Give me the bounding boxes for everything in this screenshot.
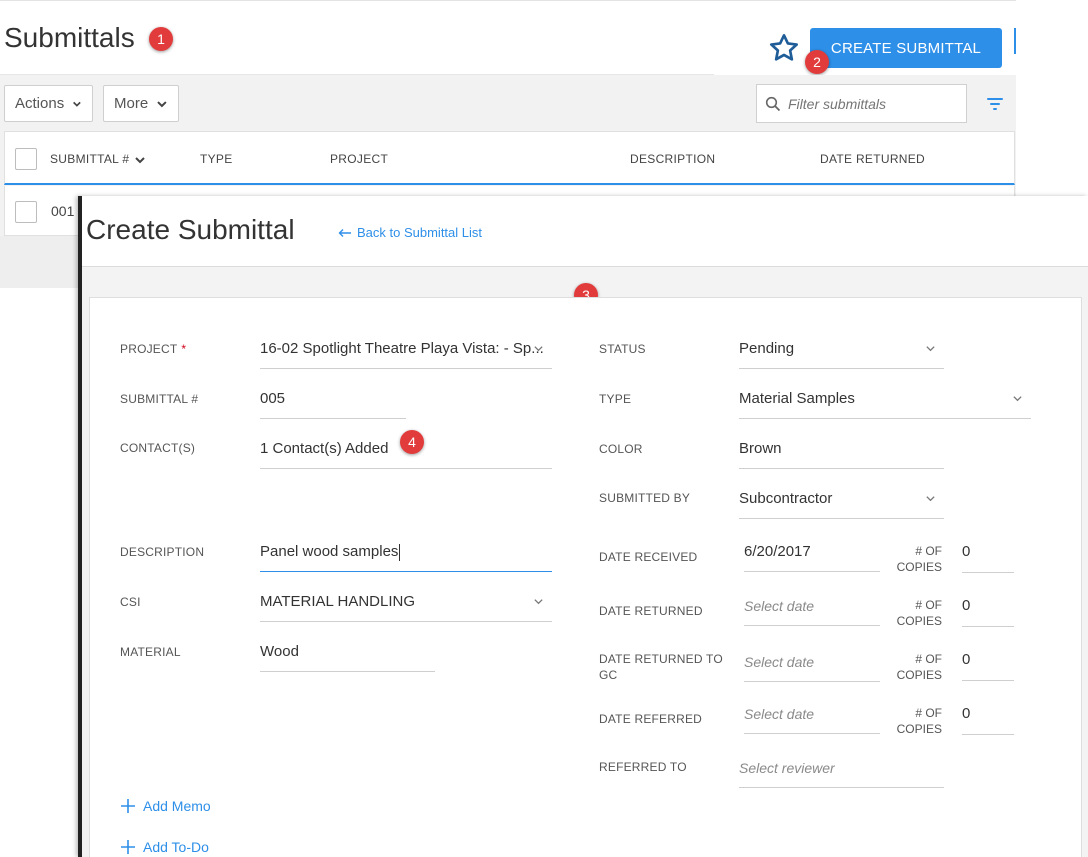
copies-label: # OF COPIES bbox=[896, 706, 942, 736]
column-project[interactable]: PROJECT bbox=[330, 152, 388, 166]
copies-received-input[interactable]: 0 bbox=[962, 543, 1014, 573]
submittal-number-label: SUBMITTAL # bbox=[120, 392, 199, 406]
date-returned-input[interactable]: Select date bbox=[744, 596, 880, 626]
more-label: More bbox=[114, 95, 149, 112]
select-all-checkbox[interactable] bbox=[15, 148, 37, 170]
date-received-input[interactable]: 6/20/2017 bbox=[744, 542, 880, 572]
chevron-down-icon bbox=[926, 496, 935, 502]
page-title: Submittals bbox=[4, 22, 135, 53]
plus-icon bbox=[121, 799, 135, 813]
filter-icon[interactable] bbox=[986, 96, 1004, 112]
add-todo-label: Add To-Do bbox=[143, 839, 209, 855]
status-label: STATUS bbox=[599, 342, 646, 356]
chevron-down-icon bbox=[1013, 396, 1022, 402]
submitted-by-label: SUBMITTED BY bbox=[599, 491, 691, 505]
sort-chevron-icon[interactable] bbox=[134, 154, 146, 166]
project-select[interactable]: 16-02 Spotlight Theatre Playa Vista: - S… bbox=[260, 339, 552, 369]
date-received-label: DATE RECEIVED bbox=[599, 550, 698, 564]
arrow-left-icon bbox=[338, 228, 351, 237]
submittal-form: PROJECT * 16-02 Spotlight Theatre Playa V… bbox=[89, 297, 1082, 857]
copies-returned-gc-input[interactable]: 0 bbox=[962, 651, 1014, 681]
column-description[interactable]: DESCRIPTION bbox=[630, 152, 715, 166]
chevron-down-icon bbox=[926, 346, 935, 352]
star-icon[interactable] bbox=[767, 32, 801, 64]
date-referred-label: DATE REFERRED bbox=[599, 712, 703, 726]
material-input[interactable]: Wood bbox=[260, 642, 435, 672]
copies-referred-input[interactable]: 0 bbox=[962, 705, 1014, 735]
column-date-returned[interactable]: DATE RETURNED bbox=[820, 152, 925, 166]
background-gap bbox=[0, 236, 78, 288]
referred-to-label: REFERRED TO bbox=[599, 760, 687, 774]
copies-label: # OF COPIES bbox=[896, 544, 942, 574]
date-returned-label: DATE RETURNED bbox=[599, 604, 703, 618]
back-to-list-link[interactable]: Back to Submittal List bbox=[338, 225, 482, 240]
status-select[interactable]: Pending bbox=[739, 339, 944, 369]
toolbar-edge bbox=[1014, 28, 1016, 54]
callout-badge-1: 1 bbox=[149, 27, 173, 51]
actions-dropdown[interactable]: Actions bbox=[4, 85, 93, 122]
row-checkbox[interactable] bbox=[15, 201, 37, 223]
filter-search-box[interactable] bbox=[756, 84, 967, 123]
add-memo-link[interactable]: Add Memo bbox=[120, 798, 211, 814]
copies-returned-input[interactable]: 0 bbox=[962, 597, 1014, 627]
column-type[interactable]: TYPE bbox=[200, 152, 233, 166]
description-label: DESCRIPTION bbox=[120, 545, 205, 559]
panel-title: Create Submittal bbox=[86, 214, 295, 245]
chevron-down-icon bbox=[534, 346, 543, 352]
back-link-label: Back to Submittal List bbox=[357, 225, 482, 240]
panel-header: Create Submittal Back to Submittal List bbox=[82, 196, 1088, 267]
chevron-down-icon bbox=[157, 100, 167, 107]
chevron-down-icon bbox=[73, 101, 81, 107]
callout-badge-4: 4 bbox=[400, 430, 424, 454]
text-cursor bbox=[399, 543, 401, 561]
type-label: TYPE bbox=[599, 392, 632, 406]
date-referred-input[interactable]: Select date bbox=[744, 704, 880, 734]
color-label: COLOR bbox=[599, 442, 643, 456]
callout-badge-2: 2 bbox=[805, 50, 829, 74]
plus-icon bbox=[121, 840, 135, 854]
color-input[interactable]: Brown bbox=[739, 439, 944, 469]
date-returned-gc-label: DATE RETURNED TO GC bbox=[599, 652, 723, 682]
project-label: PROJECT * bbox=[120, 342, 187, 356]
copies-label: # OF COPIES bbox=[896, 652, 942, 682]
add-memo-label: Add Memo bbox=[143, 798, 211, 814]
contacts-label: CONTACT(S) bbox=[120, 441, 196, 455]
table-header: SUBMITTAL # TYPE PROJECT DESCRIPTION DAT… bbox=[4, 131, 1015, 185]
filter-input[interactable] bbox=[788, 95, 958, 112]
more-dropdown[interactable]: More bbox=[103, 85, 179, 122]
create-submittal-panel: Create Submittal Back to Submittal List … bbox=[78, 196, 1088, 857]
referred-to-input[interactable]: Select reviewer bbox=[739, 758, 944, 788]
date-returned-gc-input[interactable]: Select date bbox=[744, 652, 880, 682]
add-todo-link[interactable]: Add To-Do bbox=[120, 839, 209, 855]
submittal-number-input[interactable]: 005 bbox=[260, 389, 406, 419]
description-input[interactable]: Panel wood samples bbox=[260, 542, 552, 572]
create-submittal-button[interactable]: CREATE SUBMITTAL bbox=[810, 28, 1002, 68]
material-label: MATERIAL bbox=[120, 645, 181, 659]
chevron-down-icon bbox=[534, 599, 543, 605]
copies-label: # OF COPIES bbox=[896, 598, 942, 628]
csi-label: CSI bbox=[120, 595, 141, 609]
column-submittal-number[interactable]: SUBMITTAL # bbox=[50, 152, 129, 166]
top-border bbox=[0, 0, 1016, 1]
row-submittal-number: 001 bbox=[51, 203, 75, 219]
search-icon bbox=[765, 96, 781, 111]
type-select[interactable]: Material Samples bbox=[739, 389, 1031, 419]
required-mark: * bbox=[181, 342, 187, 356]
actions-label: Actions bbox=[15, 95, 65, 112]
csi-select[interactable]: MATERIAL HANDLING bbox=[260, 592, 552, 622]
submitted-by-select[interactable]: Subcontractor bbox=[739, 489, 944, 519]
